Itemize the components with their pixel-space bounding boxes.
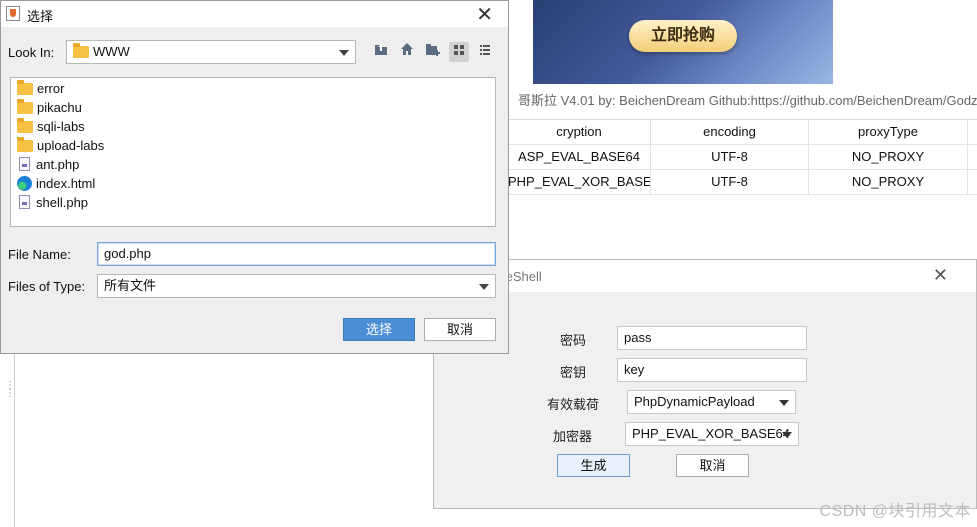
generate-shell-dialog: teShell ✕ 密码 pass 密钥 key 有效载荷 PhpDynamic…: [433, 259, 977, 509]
table-row[interactable]: ASP_EVAL_BASE64 UTF-8 NO_PROXY: [508, 145, 977, 170]
cell-proxytype: NO_PROXY: [809, 170, 968, 194]
look-in-label: Look In:: [8, 45, 55, 60]
folder-icon: [17, 137, 33, 152]
list-item[interactable]: sqli-labs: [17, 117, 85, 136]
file-name: pikachu: [37, 100, 82, 115]
file-name: error: [37, 81, 65, 96]
list-item[interactable]: ant.php: [17, 155, 79, 174]
chevron-down-icon: [479, 284, 489, 290]
chevron-down-icon: [339, 50, 349, 56]
watermark: CSDN @块引用文本: [819, 503, 971, 520]
table-header-row: cryption encoding proxyType: [508, 120, 977, 145]
cryptor-value: PHP_EVAL_XOR_BASE64: [632, 426, 791, 441]
left-pane: [14, 353, 434, 527]
key-field[interactable]: key: [617, 358, 807, 382]
cell-proxytype: NO_PROXY: [809, 145, 968, 169]
cell-encoding: UTF-8: [651, 145, 809, 169]
file-name-label: File Name:: [8, 247, 71, 262]
cell-encoding: UTF-8: [651, 170, 809, 194]
column-header-encoding[interactable]: encoding: [651, 120, 809, 144]
files-of-type-combo[interactable]: 所有文件: [97, 274, 496, 298]
file-name: sqli-labs: [37, 119, 85, 134]
file-chooser-dialog: 选择 ✕ Look In: WWW error pikachu sqli-lab…: [0, 0, 509, 354]
dialog-titlebar: 选择 ✕: [1, 1, 508, 27]
file-name: index.html: [36, 176, 96, 191]
close-icon[interactable]: ✕: [933, 265, 948, 286]
files-of-type-value: 所有文件: [104, 278, 157, 293]
java-icon: [6, 6, 20, 21]
up-one-level-icon[interactable]: [371, 42, 391, 62]
cell-extra: [968, 145, 977, 169]
generate-button[interactable]: 生成: [557, 454, 630, 477]
shell-table: cryption encoding proxyType ASP_EVAL_BAS…: [508, 119, 977, 195]
folder-icon: [17, 118, 33, 133]
look-in-combo[interactable]: WWW: [66, 40, 356, 64]
password-field[interactable]: pass: [617, 326, 807, 350]
list-item[interactable]: upload-labs: [17, 136, 104, 155]
gen-cancel-button[interactable]: 取消: [676, 454, 749, 477]
cell-cryption: ASP_EVAL_BASE64: [508, 145, 651, 169]
file-name: upload-labs: [37, 138, 105, 153]
new-folder-icon[interactable]: [423, 42, 443, 62]
list-item[interactable]: error: [17, 79, 64, 98]
column-header-proxytype[interactable]: proxyType: [809, 120, 968, 144]
table-row[interactable]: PHP_EVAL_XOR_BASE64 UTF-8 NO_PROXY: [508, 170, 977, 195]
look-in-value: WWW: [93, 44, 130, 59]
app-title: 哥斯拉 V4.01 by: BeichenDream Github:https:…: [508, 86, 977, 118]
file-name: ant.php: [36, 157, 80, 172]
cryptor-label: 加密器: [553, 429, 593, 444]
list-item[interactable]: pikachu: [17, 98, 82, 117]
password-label: 密码: [560, 333, 587, 348]
cell-cryption: PHP_EVAL_XOR_BASE64: [508, 170, 651, 194]
edge-browser-icon: [17, 176, 32, 191]
cell-extra: [968, 170, 977, 194]
home-icon[interactable]: [397, 42, 417, 62]
ad-banner[interactable]: 立即抢购: [533, 0, 833, 84]
php-file-icon: [19, 195, 30, 209]
files-of-type-label: Files of Type:: [8, 279, 86, 294]
chevron-down-icon: [782, 432, 792, 438]
dialog-title: 选择: [27, 9, 54, 24]
cryptor-select[interactable]: PHP_EVAL_XOR_BASE64: [625, 422, 799, 446]
details-view-icon[interactable]: [475, 42, 495, 62]
folder-icon: [73, 43, 89, 58]
php-file-icon: [19, 157, 30, 171]
list-view-icon[interactable]: [449, 42, 469, 62]
list-item[interactable]: shell.php: [17, 193, 88, 212]
column-header-cryption[interactable]: cryption: [508, 120, 651, 144]
column-header-extra: [968, 120, 977, 144]
list-item[interactable]: index.html: [17, 174, 95, 193]
splitter-handle[interactable]: ⋮ ⋮: [5, 381, 15, 412]
cancel-button[interactable]: 取消: [424, 318, 496, 341]
payload-label: 有效载荷: [547, 397, 600, 412]
folder-icon: [17, 99, 33, 114]
file-name: shell.php: [36, 195, 89, 210]
file-name-input[interactable]: god.php: [97, 242, 496, 266]
close-icon[interactable]: ✕: [476, 2, 493, 27]
dialog-titlebar: teShell ✕: [434, 260, 976, 292]
banner-buy-button[interactable]: 立即抢购: [629, 20, 737, 52]
chevron-down-icon: [779, 400, 789, 406]
file-list[interactable]: error pikachu sqli-labs upload-labs ant.…: [10, 77, 496, 227]
payload-select[interactable]: PhpDynamicPayload: [627, 390, 796, 414]
payload-value: PhpDynamicPayload: [634, 394, 755, 409]
select-button[interactable]: 选择: [343, 318, 415, 341]
key-label: 密钥: [560, 365, 587, 380]
folder-icon: [17, 80, 33, 95]
